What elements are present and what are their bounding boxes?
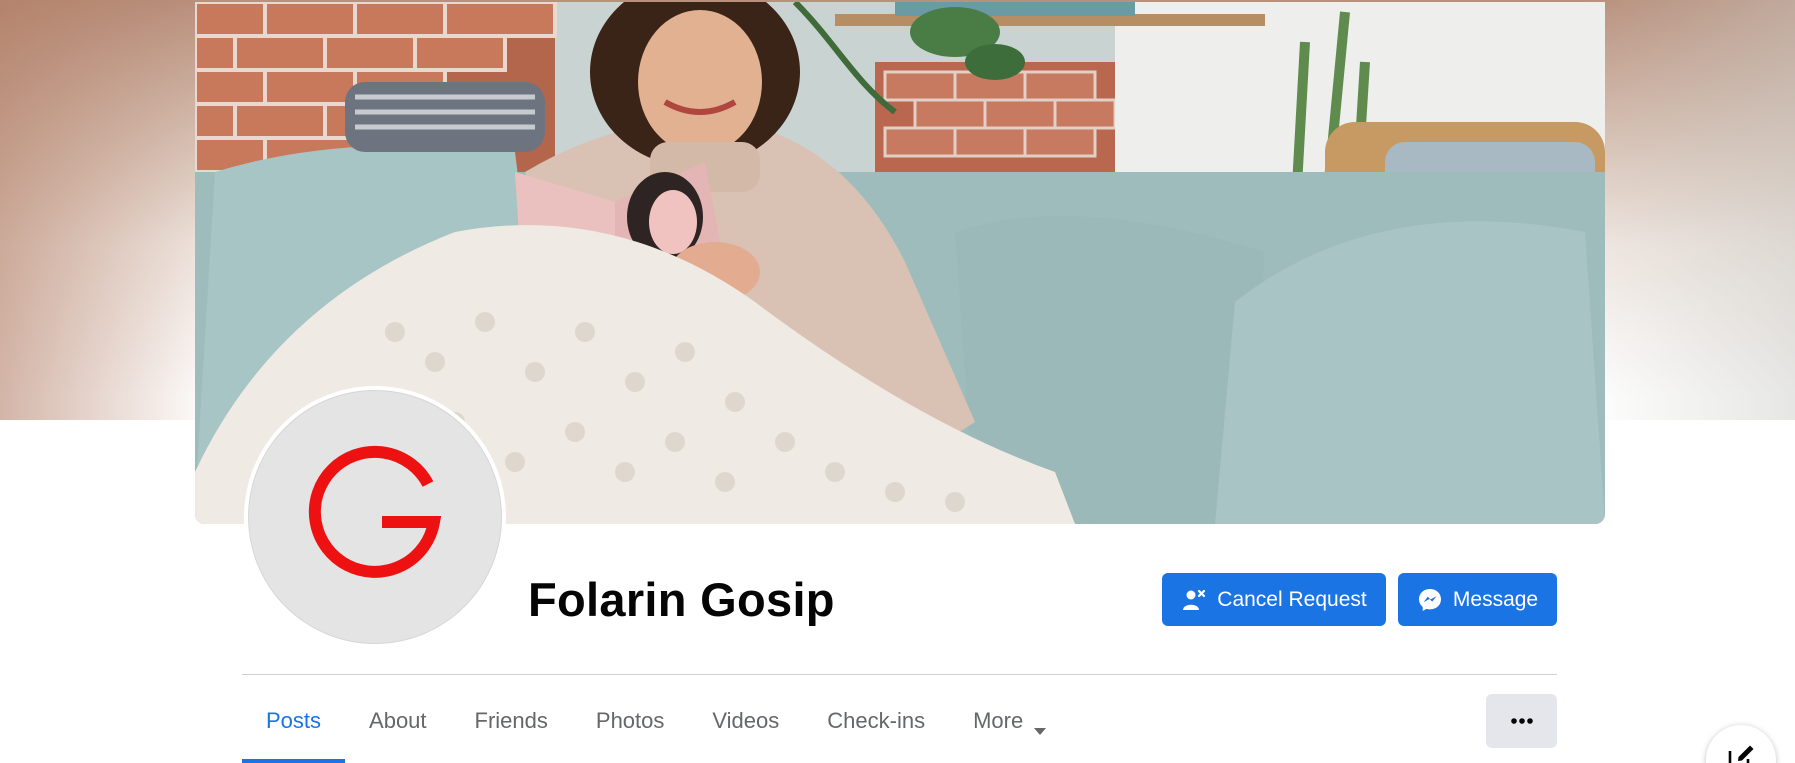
profile-options-button[interactable]: [1486, 694, 1557, 748]
profile-name: Folarin Gosip: [528, 573, 835, 626]
tab-photos[interactable]: Photos: [572, 690, 689, 763]
avatar-letter-graphic: [308, 445, 442, 578]
tab-videos[interactable]: Videos: [688, 690, 803, 763]
tab-more[interactable]: More: [949, 690, 1071, 763]
header-divider: [242, 674, 1557, 675]
message-button[interactable]: Message: [1398, 573, 1557, 626]
message-label: Message: [1452, 587, 1539, 611]
tab-label: Posts: [266, 708, 322, 733]
tab-check-ins[interactable]: Check-ins: [803, 690, 949, 763]
ellipsis-icon: [1510, 712, 1534, 730]
cancel-request-button[interactable]: Cancel Request: [1162, 573, 1386, 626]
profile-avatar[interactable]: [244, 386, 506, 648]
tab-label: Photos: [595, 708, 665, 733]
tab-label: About: [369, 708, 427, 733]
new-message-button[interactable]: [1706, 725, 1776, 763]
user-remove-icon: [1181, 587, 1207, 613]
tab-label: Friends: [474, 708, 548, 733]
messenger-icon: [1417, 587, 1443, 613]
profile-page: Folarin Gosip Cancel Request Message Pos…: [0, 0, 1795, 763]
avatar-image: [248, 390, 502, 644]
tab-label: Videos: [712, 708, 780, 733]
caret-down-icon: [1033, 717, 1047, 743]
tab-label: More: [973, 708, 1024, 733]
profile-tabs: Posts About Friends Photos Videos Check-…: [242, 690, 1071, 763]
tab-about[interactable]: About: [345, 690, 451, 763]
cancel-request-label: Cancel Request: [1217, 587, 1367, 611]
tab-label: Check-ins: [827, 708, 926, 733]
tab-posts[interactable]: Posts: [242, 690, 346, 763]
tab-friends[interactable]: Friends: [451, 690, 572, 763]
compose-icon: [1726, 743, 1756, 763]
